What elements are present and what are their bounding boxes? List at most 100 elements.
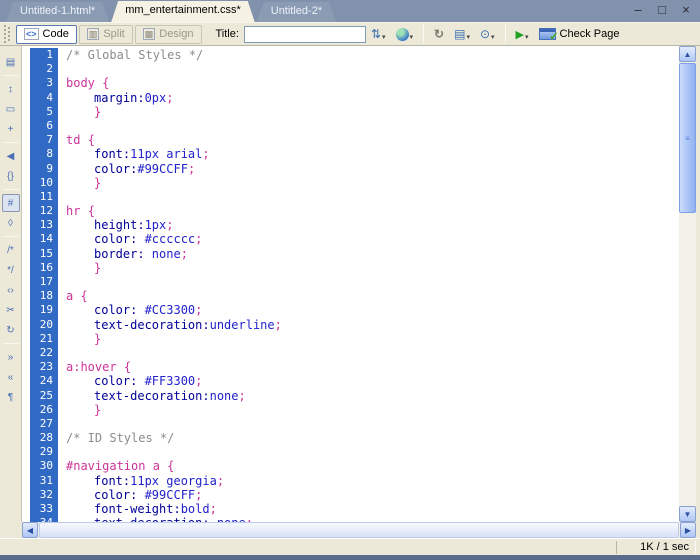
code-line[interactable]: 32color: #99CCFF;: [30, 488, 679, 502]
open-documents-icon[interactable]: ▤: [2, 53, 20, 71]
toolbar-grip-handle[interactable]: [4, 25, 11, 43]
code-line[interactable]: 33font-weight:bold;: [30, 502, 679, 516]
token-value: #99CCFF: [137, 488, 195, 502]
wrap-tag-icon[interactable]: ‹›: [2, 281, 20, 299]
line-number: 17: [30, 275, 58, 289]
code-line[interactable]: 21}: [30, 332, 679, 346]
collapse-selection-icon[interactable]: ▭: [2, 100, 20, 118]
visual-aids-button[interactable]: ⊙ ▾: [476, 25, 499, 44]
check-page-button[interactable]: ✓ Check Page: [535, 25, 624, 44]
code-line[interactable]: 24color: #FF3300;: [30, 374, 679, 388]
code-line[interactable]: 10}: [30, 176, 679, 190]
outdent-code-icon[interactable]: «: [2, 368, 20, 386]
code-line-text: color: #99CCFF;: [58, 488, 202, 502]
code-line[interactable]: 11: [30, 190, 679, 204]
code-line[interactable]: 28/* ID Styles */: [30, 431, 679, 445]
vertical-scrollbar[interactable]: ▲ ≡ ▼: [679, 46, 696, 522]
dropdown-arrow-icon: ▾: [410, 33, 414, 43]
scroll-right-arrow-icon[interactable]: ▶: [680, 522, 696, 538]
code-line[interactable]: 23a:hover {: [30, 360, 679, 374]
code-line[interactable]: 29: [30, 445, 679, 459]
line-number: 26: [30, 403, 58, 417]
format-source-code-icon[interactable]: ¶: [2, 388, 20, 406]
preview-in-browser-button[interactable]: ▾: [392, 25, 418, 44]
token-brace: {: [167, 459, 174, 473]
code-line[interactable]: 26}: [30, 403, 679, 417]
code-view-button[interactable]: <>Code: [16, 25, 77, 44]
code-line[interactable]: 30#navigation a {: [30, 459, 679, 473]
code-line-text: [58, 445, 66, 459]
horizontal-scrollbar-thumb[interactable]: [39, 522, 679, 538]
file-management-button[interactable]: ⇅ ▾: [367, 25, 390, 44]
code-line[interactable]: 6: [30, 119, 679, 133]
token-punct: ;: [210, 502, 217, 516]
validate-markup-button[interactable]: ▶ ▾: [512, 25, 533, 44]
code-line-text: /* ID Styles */: [58, 431, 174, 445]
line-numbers-icon[interactable]: #: [2, 194, 20, 212]
code-line[interactable]: 25text-decoration:none;: [30, 389, 679, 403]
scroll-up-arrow-icon[interactable]: ▲: [679, 46, 696, 62]
code-line[interactable]: 15border: none;: [30, 247, 679, 261]
code-line[interactable]: 19color: #CC3300;: [30, 303, 679, 317]
code-line[interactable]: 27: [30, 417, 679, 431]
collapse-full-tag-icon[interactable]: ↕: [2, 80, 20, 98]
code-line[interactable]: 12hr {: [30, 204, 679, 218]
scroll-down-arrow-icon[interactable]: ▼: [679, 506, 696, 522]
token-property: text-decoration:: [94, 318, 210, 332]
code-line[interactable]: 20text-decoration:underline;: [30, 318, 679, 332]
highlight-invalid-code-icon[interactable]: ◊: [2, 214, 20, 232]
remove-comment-icon[interactable]: */: [2, 261, 20, 279]
code-line[interactable]: 4margin:0px;: [30, 91, 679, 105]
vertical-scrollbar-thumb[interactable]: ≡: [679, 63, 696, 213]
balance-braces-icon[interactable]: {}: [2, 167, 20, 185]
close-button[interactable]: ×: [678, 2, 694, 18]
code-line[interactable]: 34text-decoration: none;: [30, 516, 679, 522]
code-line-text: [58, 190, 66, 204]
select-parent-tag-icon[interactable]: ◀: [2, 147, 20, 165]
line-number: 9: [30, 162, 58, 176]
code-line-text: a {: [58, 289, 88, 303]
code-line[interactable]: 3body {: [30, 76, 679, 90]
split-view-button[interactable]: ▥Split: [79, 25, 133, 44]
code-line[interactable]: 1/* Global Styles */: [30, 48, 679, 62]
document-title-input[interactable]: [244, 26, 366, 43]
code-line[interactable]: 9color:#99CCFF;: [30, 162, 679, 176]
document-tab[interactable]: mm_entertainment.css*: [111, 1, 255, 22]
code-editor[interactable]: 1/* Global Styles */23body {4margin:0px;…: [22, 46, 679, 522]
document-tab[interactable]: Untitled-1.html*: [6, 2, 109, 22]
horizontal-scrollbar[interactable]: ◀ ▶: [0, 522, 700, 538]
code-line[interactable]: 8font:11px arial;: [30, 147, 679, 161]
code-line[interactable]: 17: [30, 275, 679, 289]
file-management-icon: ⇅: [371, 27, 381, 41]
token-selector: a:hover: [66, 360, 117, 374]
code-pane: 1/* Global Styles */23body {4margin:0px;…: [30, 46, 679, 522]
indent-code-icon[interactable]: »: [2, 348, 20, 366]
code-line[interactable]: 13height:1px;: [30, 218, 679, 232]
recent-snippets-icon[interactable]: ✂: [2, 301, 20, 319]
vertical-scrollbar-track[interactable]: [679, 213, 696, 506]
restore-button[interactable]: □: [654, 2, 670, 18]
document-tab[interactable]: Untitled-2*: [257, 2, 336, 22]
code-line[interactable]: 7td {: [30, 133, 679, 147]
line-number: 21: [30, 332, 58, 346]
move-convert-css-icon[interactable]: ↻: [2, 321, 20, 339]
token-brace: }: [94, 261, 101, 275]
line-number: 13: [30, 218, 58, 232]
code-line[interactable]: 14color: #cccccc;: [30, 232, 679, 246]
apply-comment-icon[interactable]: /*: [2, 241, 20, 259]
visual-aids-icon: ⊙: [480, 27, 490, 41]
code-line-text: [58, 346, 66, 360]
design-view-button[interactable]: ▦Design: [135, 25, 202, 44]
refresh-button[interactable]: ↻: [430, 25, 448, 44]
code-line[interactable]: 2: [30, 62, 679, 76]
line-number: 20: [30, 318, 58, 332]
code-line[interactable]: 18a {: [30, 289, 679, 303]
code-line[interactable]: 31font:11px georgia;: [30, 474, 679, 488]
code-line[interactable]: 22: [30, 346, 679, 360]
code-line[interactable]: 16}: [30, 261, 679, 275]
scroll-left-arrow-icon[interactable]: ◀: [22, 522, 38, 538]
expand-all-icon[interactable]: +: [2, 120, 20, 138]
code-line[interactable]: 5}: [30, 105, 679, 119]
view-options-button[interactable]: ▤ ▾: [450, 25, 474, 44]
minimize-button[interactable]: –: [630, 2, 646, 18]
